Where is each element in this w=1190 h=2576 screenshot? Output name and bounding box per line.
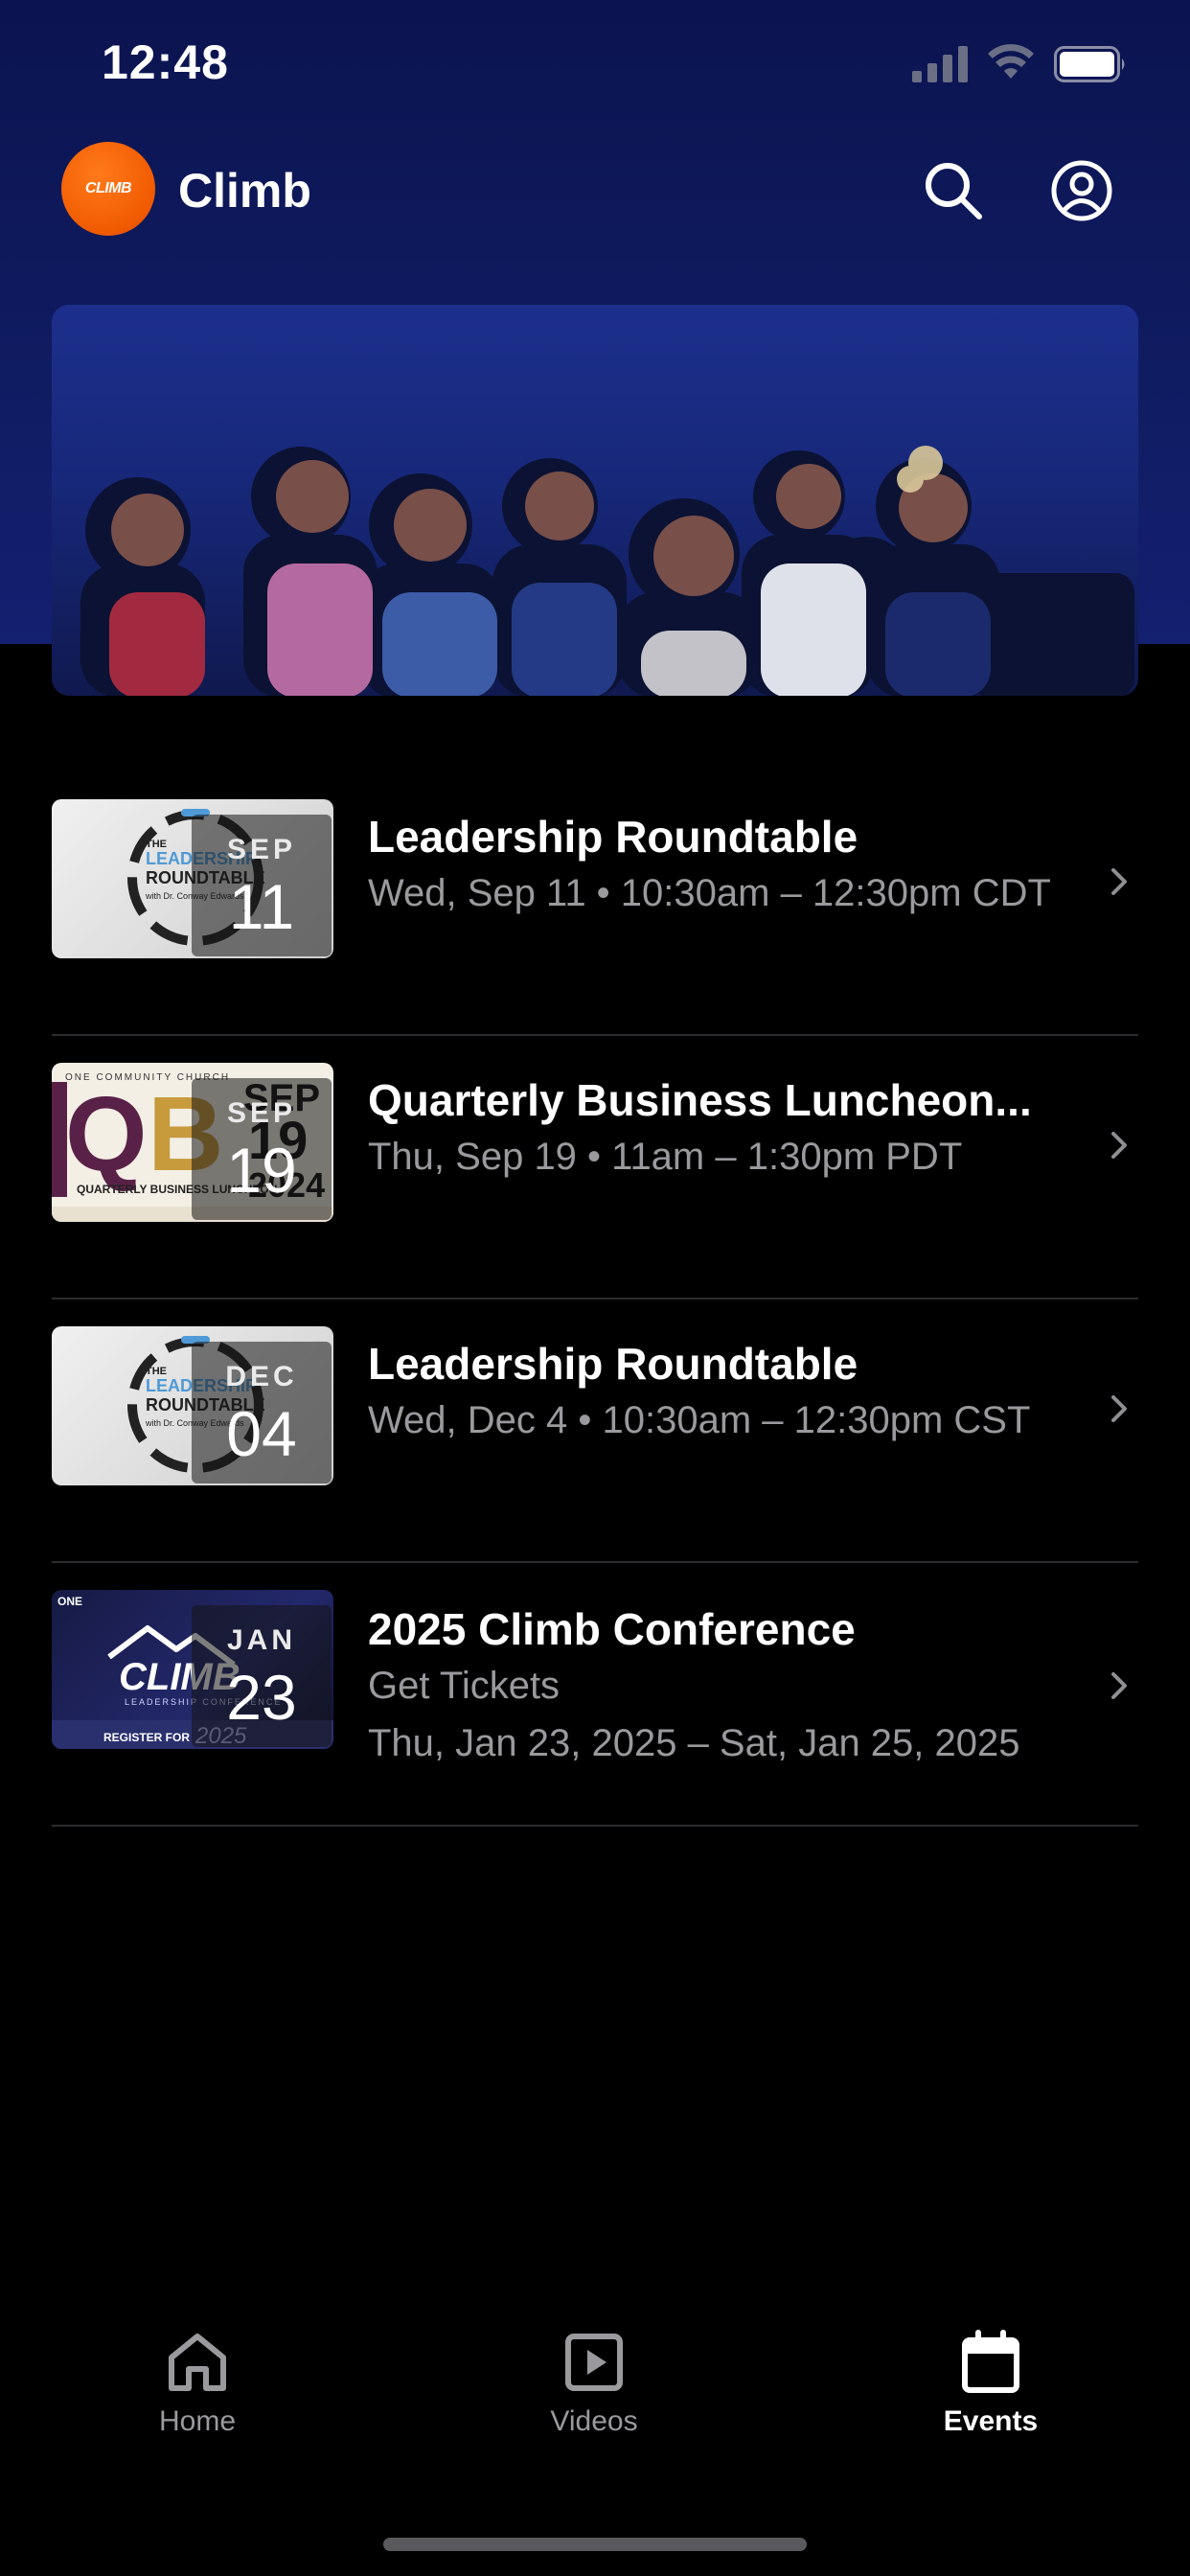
tab-bar: Home Videos Events bbox=[0, 2329, 1190, 2501]
tab-events[interactable]: Events bbox=[895, 2329, 1087, 2438]
tab-home[interactable]: Home bbox=[102, 2329, 293, 2438]
chevron-right-icon bbox=[1111, 1132, 1127, 1159]
event-title: Leadership Roundtable bbox=[368, 812, 858, 862]
event-row[interactable]: ONE CLIMB LEADERSHIP CONFERENCE REGISTER… bbox=[52, 1563, 1138, 1827]
tab-label: Events bbox=[943, 2405, 1039, 2437]
event-month: SEP bbox=[226, 1097, 297, 1129]
event-datetime: Wed, Sep 11 • 10:30am – 12:30pm CDT bbox=[368, 872, 1051, 914]
event-month: JAN bbox=[226, 1624, 296, 1656]
audience-illustration bbox=[80, 446, 1134, 696]
calendar-icon bbox=[962, 2330, 1019, 2393]
event-title: Quarterly Business Luncheon... bbox=[368, 1075, 1032, 1125]
home-indicator[interactable] bbox=[383, 2538, 807, 2551]
event-day: 19 bbox=[226, 1135, 297, 1206]
svg-text:REGISTER FOR: REGISTER FOR bbox=[103, 1731, 190, 1744]
event-day: 04 bbox=[226, 1398, 297, 1469]
tab-label: Home bbox=[158, 2405, 237, 2437]
tab-label: Videos bbox=[550, 2405, 638, 2437]
cellular-signal-icon bbox=[912, 46, 968, 82]
events-list: THE LEADERSHIP ROUNDTABLE with Dr. Conwa… bbox=[52, 772, 1138, 1827]
app-title: Climb bbox=[178, 164, 311, 218]
event-date-badge: DEC 04 bbox=[192, 1342, 332, 1484]
event-month: SEP bbox=[226, 834, 297, 865]
profile-icon[interactable] bbox=[1048, 157, 1115, 224]
home-icon bbox=[169, 2334, 226, 2391]
app-logo[interactable]: CLIMB bbox=[61, 142, 155, 236]
status-time: 12:48 bbox=[102, 35, 229, 89]
search-icon[interactable] bbox=[920, 157, 987, 224]
event-date-badge: JAN 23 bbox=[192, 1605, 332, 1747]
event-thumbnail: ONE CLIMB LEADERSHIP CONFERENCE REGISTER… bbox=[52, 1590, 333, 1749]
event-thumbnail: ONE COMMUNITY CHURCH Q B SEP 19 2024 QUA… bbox=[52, 1063, 333, 1222]
event-row[interactable]: ONE COMMUNITY CHURCH Q B SEP 19 2024 QUA… bbox=[52, 1036, 1138, 1300]
event-day: 23 bbox=[226, 1662, 297, 1733]
event-ticket-link: Get Tickets bbox=[368, 1665, 561, 1707]
event-datetime: Thu, Sep 19 • 11am – 1:30pm PDT bbox=[368, 1136, 963, 1178]
wifi-icon bbox=[988, 44, 1034, 79]
status-bar: 12:48 bbox=[0, 0, 1190, 125]
logo-text: CLIMB bbox=[84, 180, 132, 196]
play-square-icon bbox=[565, 2334, 623, 2391]
event-datetime: Wed, Dec 4 • 10:30am – 12:30pm CST bbox=[368, 1399, 1031, 1441]
chevron-right-icon bbox=[1111, 868, 1127, 895]
chevron-right-icon bbox=[1111, 1395, 1127, 1422]
event-thumbnail: THE LEADERSHIP ROUNDTABLE with Dr. Conwa… bbox=[52, 1326, 333, 1485]
svg-text:ONE: ONE bbox=[57, 1595, 82, 1608]
event-thumbnail: THE LEADERSHIP ROUNDTABLE with Dr. Conwa… bbox=[52, 799, 333, 958]
tab-videos[interactable]: Videos bbox=[498, 2329, 690, 2438]
app-header: CLIMB Climb bbox=[0, 142, 1190, 238]
event-day: 11 bbox=[228, 871, 295, 942]
event-datetime: Thu, Jan 23, 2025 – Sat, Jan 25, 2025 bbox=[368, 1722, 1020, 1764]
event-month: DEC bbox=[225, 1361, 298, 1392]
battery-icon bbox=[1054, 46, 1125, 82]
event-date-badge: SEP 19 bbox=[192, 1078, 332, 1220]
event-title: 2025 Climb Conference bbox=[368, 1604, 856, 1654]
event-title: Leadership Roundtable bbox=[368, 1339, 858, 1389]
event-row[interactable]: THE LEADERSHIP ROUNDTABLE with Dr. Conwa… bbox=[52, 772, 1138, 1036]
chevron-right-icon bbox=[1111, 1672, 1127, 1699]
event-row[interactable]: THE LEADERSHIP ROUNDTABLE with Dr. Conwa… bbox=[52, 1300, 1138, 1563]
svg-text:Q: Q bbox=[65, 1075, 148, 1193]
hero-image bbox=[52, 305, 1138, 696]
event-date-badge: SEP 11 bbox=[192, 815, 332, 956]
